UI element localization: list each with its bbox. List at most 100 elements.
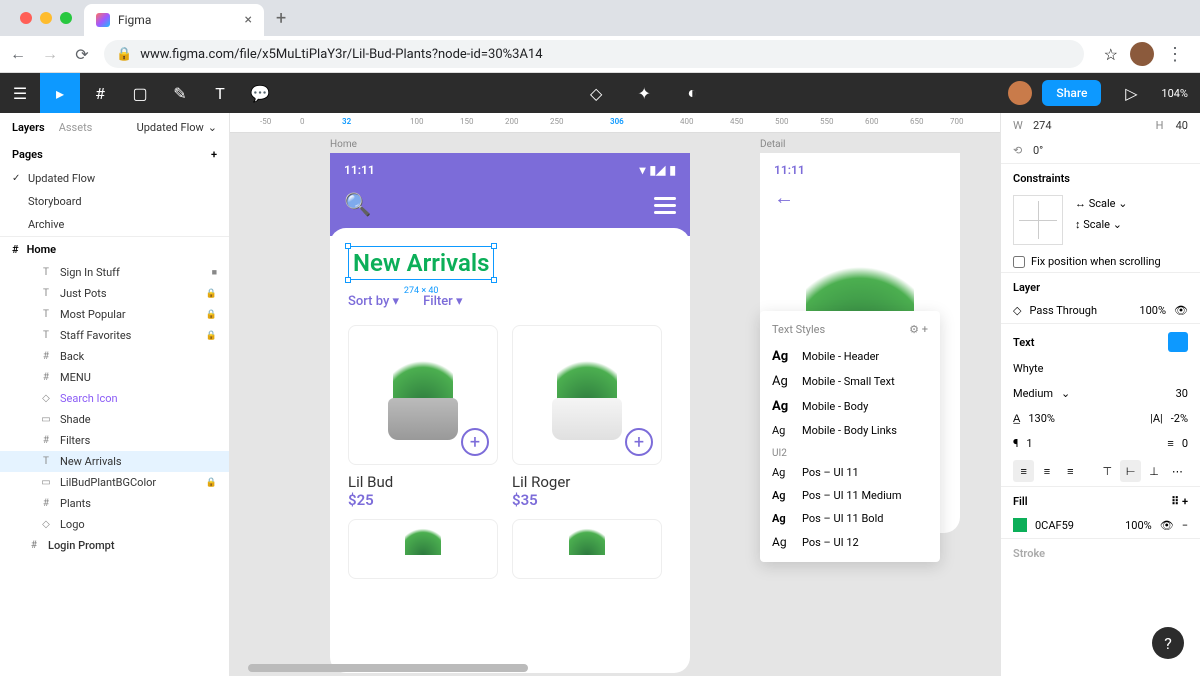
layer-item[interactable]: #Plants	[0, 493, 229, 514]
close-tab-icon[interactable]: ×	[245, 12, 252, 28]
main-menu-button[interactable]: ☰	[0, 73, 40, 113]
url-field[interactable]: 🔒 www.figma.com/file/x5MuLtiPlaY3r/Lil-B…	[104, 40, 1084, 68]
layer-item[interactable]: ▭Shade	[0, 409, 229, 430]
user-avatar[interactable]	[1008, 81, 1032, 105]
text-style-item[interactable]: AgPos – UI 11	[760, 461, 940, 484]
v-constraint[interactable]: Scale	[1083, 218, 1110, 231]
fill-opacity[interactable]: 100%	[1125, 519, 1152, 532]
layer-item[interactable]: #Filters	[0, 430, 229, 451]
layer-item[interactable]: ▭LilBudPlantBGColor🔒	[0, 472, 229, 493]
eye-icon[interactable]: 👁	[1160, 519, 1174, 532]
heading-new-arrivals[interactable]: New Arrivals	[348, 246, 494, 280]
present-button[interactable]: ▷	[1111, 73, 1151, 113]
height-input[interactable]: 40	[1176, 119, 1188, 132]
share-button[interactable]: Share	[1042, 80, 1101, 106]
settings-icon[interactable]: ⚙	[909, 323, 919, 336]
frame-home-layer[interactable]: #Home	[0, 236, 229, 262]
constraint-widget[interactable]	[1013, 195, 1063, 245]
text-style-button[interactable]	[1168, 332, 1188, 352]
fill-style-icon[interactable]: ⠿	[1171, 495, 1179, 508]
text-style-item[interactable]: AgMobile - Header	[760, 344, 940, 369]
star-icon[interactable]: ☆	[1104, 45, 1118, 64]
component-tool[interactable]: ◇	[576, 73, 616, 113]
font-family[interactable]: Whyte	[1013, 362, 1043, 375]
profile-avatar[interactable]	[1130, 42, 1154, 66]
layer-item[interactable]: #MENU	[0, 367, 229, 388]
horizontal-scrollbar[interactable]	[248, 664, 528, 672]
frame-home[interactable]: 11:11 ▾▮◢▮ 🔍 New Arrivals 274 × 40	[330, 153, 690, 673]
page-storyboard[interactable]: Storyboard	[0, 190, 229, 213]
blend-mode[interactable]: Pass Through	[1029, 304, 1097, 317]
text-style-item[interactable]: AgMobile - Small Text	[760, 369, 940, 394]
fix-position-checkbox[interactable]	[1013, 256, 1025, 268]
letter-spacing[interactable]: -2%	[1171, 412, 1188, 425]
add-page-button[interactable]: +	[211, 148, 217, 161]
fill-hex[interactable]: 0CAF59	[1035, 519, 1074, 532]
layer-item[interactable]: TStaff Favorites🔒	[0, 325, 229, 346]
width-input[interactable]: 274	[1033, 119, 1052, 132]
forward-button[interactable]: →	[40, 44, 60, 64]
browser-tab[interactable]: Figma ×	[84, 4, 264, 36]
frame-label-home[interactable]: Home	[330, 139, 357, 150]
maximize-window[interactable]	[60, 12, 72, 24]
add-fill-button[interactable]: +	[1182, 495, 1188, 508]
text-style-item[interactable]: AgPos – UI 11 Medium	[760, 484, 940, 507]
align-bottom[interactable]: ⊥	[1143, 460, 1164, 482]
boolean-tool[interactable]: ◐	[672, 73, 712, 113]
zoom-level[interactable]: 104%	[1161, 87, 1188, 100]
assets-tab[interactable]: Assets	[59, 121, 93, 134]
layer-login-prompt[interactable]: #Login Prompt	[0, 535, 229, 556]
lock-icon[interactable]: 🔒	[206, 331, 217, 341]
frame-tool[interactable]: #	[80, 73, 120, 113]
text-style-item[interactable]: AgMobile - Body	[760, 394, 940, 419]
mask-tool[interactable]: ✦	[624, 73, 664, 113]
new-tab-button[interactable]: +	[264, 8, 298, 29]
minimize-window[interactable]	[40, 12, 52, 24]
remove-fill[interactable]: −	[1182, 519, 1188, 532]
lock-icon[interactable]: 🔒	[206, 310, 217, 320]
layer-item-selected[interactable]: TNew Arrivals	[0, 451, 229, 472]
frame-label-detail[interactable]: Detail	[760, 139, 785, 150]
paragraph-indent[interactable]: 0	[1182, 437, 1188, 450]
align-center[interactable]: ≡	[1036, 460, 1057, 482]
text-style-item[interactable]: AgMobile - Body Links	[760, 419, 940, 442]
text-style-item[interactable]: AgPos – UI 11 Bold	[760, 507, 940, 530]
canvas[interactable]: -50 0 32 100 150 200 250 306 400 450 500…	[230, 113, 1000, 676]
lock-icon[interactable]: ■	[212, 267, 217, 278]
paragraph-spacing[interactable]: 1	[1026, 437, 1032, 450]
page-archive[interactable]: Archive	[0, 213, 229, 236]
font-size[interactable]: 30	[1176, 387, 1188, 400]
lock-icon[interactable]: 🔒	[206, 478, 217, 488]
page-selector[interactable]: Updated Flow ⌄	[137, 121, 217, 134]
h-constraint[interactable]: Scale	[1089, 197, 1116, 210]
font-weight[interactable]: Medium	[1013, 387, 1053, 400]
align-middle[interactable]: ⊢	[1120, 460, 1141, 482]
align-top[interactable]: ⊤	[1097, 460, 1118, 482]
comment-tool[interactable]: 💬	[240, 73, 280, 113]
move-tool[interactable]: ▸	[40, 73, 80, 113]
more-options[interactable]: ⋯	[1167, 460, 1188, 482]
lock-icon[interactable]: 🔒	[206, 289, 217, 299]
align-left[interactable]: ≡	[1013, 460, 1034, 482]
layer-item[interactable]: TJust Pots🔒	[0, 283, 229, 304]
text-tool[interactable]: T	[200, 73, 240, 113]
browser-menu-icon[interactable]: ⋮	[1166, 44, 1184, 65]
shape-tool[interactable]: ▢	[120, 73, 160, 113]
layers-tab[interactable]: Layers	[12, 121, 45, 134]
text-style-item[interactable]: AgPos – UI 12	[760, 530, 940, 554]
layer-opacity[interactable]: 100%	[1139, 304, 1166, 317]
reload-button[interactable]: ⟳	[72, 45, 92, 64]
rotation-input[interactable]: 0°	[1033, 144, 1043, 157]
help-button[interactable]: ?	[1152, 627, 1184, 659]
page-updated-flow[interactable]: Updated Flow	[0, 167, 229, 190]
align-right[interactable]: ≡	[1060, 460, 1081, 482]
fill-color-swatch[interactable]	[1013, 518, 1027, 532]
close-window[interactable]	[20, 12, 32, 24]
layer-item[interactable]: TSign In Stuff■	[0, 262, 229, 283]
layer-item[interactable]: #Back	[0, 346, 229, 367]
eye-icon[interactable]: 👁	[1174, 304, 1188, 317]
back-button[interactable]: ←	[8, 44, 28, 64]
layer-item[interactable]: TMost Popular🔒	[0, 304, 229, 325]
layer-item[interactable]: ◇Logo	[0, 514, 229, 535]
layer-item[interactable]: ◇Search Icon	[0, 388, 229, 409]
